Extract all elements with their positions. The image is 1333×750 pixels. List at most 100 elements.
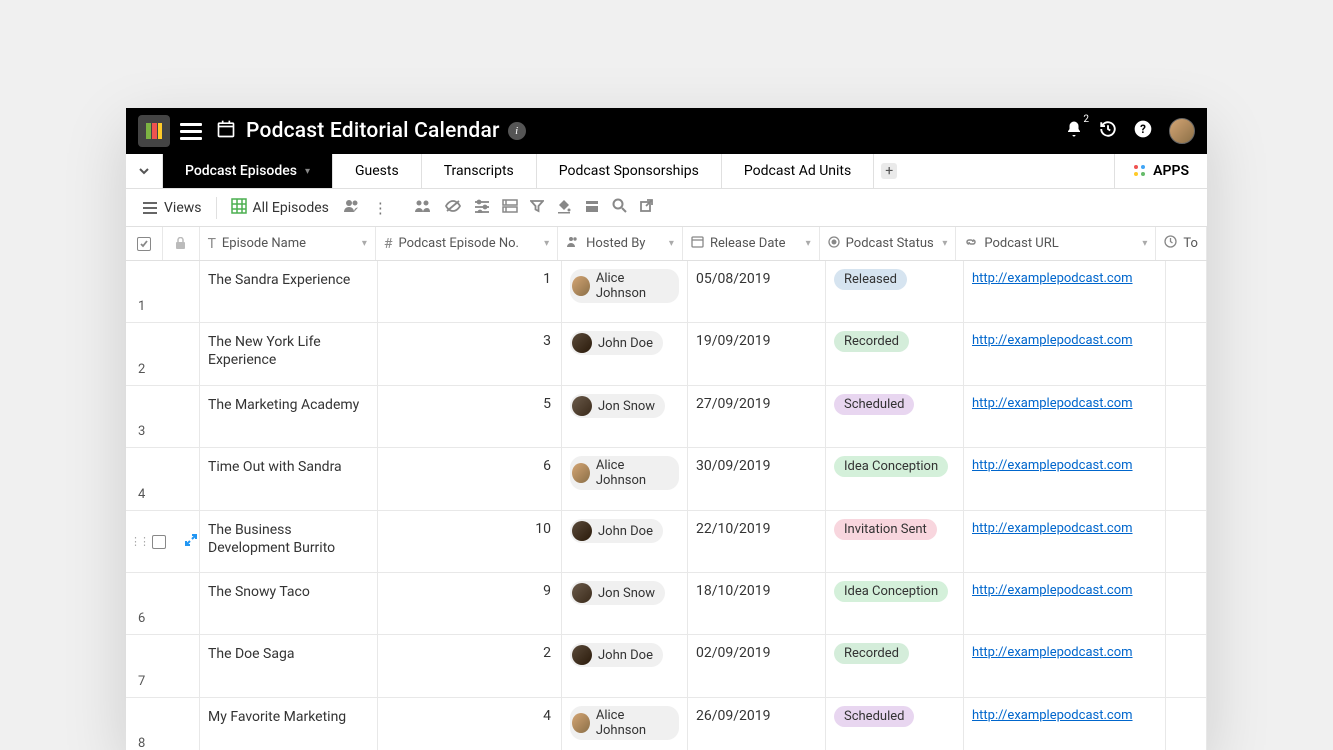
release-date-cell[interactable]: 30/09/2019 bbox=[688, 448, 826, 510]
podcast-url-link[interactable]: http://examplepodcast.com bbox=[972, 583, 1133, 598]
apps-button[interactable]: APPS bbox=[1114, 154, 1207, 188]
drag-handle-icon[interactable]: ⋮⋮ bbox=[130, 535, 148, 548]
podcast-url-link[interactable]: http://examplepodcast.com bbox=[972, 271, 1133, 286]
hosted-by-cell[interactable]: Alice Johnson bbox=[562, 448, 688, 510]
podcast-url-link[interactable]: http://examplepodcast.com bbox=[972, 521, 1133, 536]
podcast-url-link[interactable]: http://examplepodcast.com bbox=[972, 333, 1133, 348]
color-icon[interactable] bbox=[552, 194, 576, 222]
search-icon[interactable] bbox=[608, 194, 631, 221]
episode-name-cell[interactable]: The Business Development Burrito bbox=[200, 511, 378, 572]
table-row[interactable]: ⋮⋮ The Business Development Burrito10 John… bbox=[126, 511, 1207, 573]
more-icon[interactable]: ⋮ bbox=[369, 195, 392, 221]
release-date-cell[interactable]: 18/10/2019 bbox=[688, 573, 826, 634]
release-date-cell[interactable]: 02/09/2019 bbox=[688, 635, 826, 697]
status-cell[interactable]: Released bbox=[826, 261, 964, 322]
release-date-cell[interactable]: 19/09/2019 bbox=[688, 323, 826, 385]
info-icon[interactable]: i bbox=[508, 122, 526, 140]
host-chip[interactable]: Jon Snow bbox=[570, 394, 665, 418]
column-episode-no[interactable]: #Podcast Episode No.▾ bbox=[376, 227, 558, 260]
last-cell[interactable] bbox=[1166, 635, 1207, 697]
add-tab-button[interactable]: + bbox=[874, 154, 904, 188]
url-cell[interactable]: http://examplepodcast.com bbox=[964, 323, 1166, 385]
host-chip[interactable]: Alice Johnson bbox=[570, 269, 679, 303]
episode-name-cell[interactable]: My Favorite Marketing bbox=[200, 698, 378, 750]
host-chip[interactable]: Alice Johnson bbox=[570, 456, 679, 490]
export-icon[interactable] bbox=[635, 194, 658, 221]
host-chip[interactable]: Alice Johnson bbox=[570, 706, 679, 740]
hosted-by-cell[interactable]: Alice Johnson bbox=[562, 698, 688, 750]
notification-bell-icon[interactable]: 2 bbox=[1065, 120, 1083, 142]
podcast-url-link[interactable]: http://examplepodcast.com bbox=[972, 645, 1133, 660]
episode-name-cell[interactable]: The New York Life Experience bbox=[200, 323, 378, 385]
episode-name-cell[interactable]: The Sandra Experience bbox=[200, 261, 378, 322]
tab-podcast-ad-units[interactable]: Podcast Ad Units bbox=[722, 154, 874, 188]
last-cell[interactable] bbox=[1166, 448, 1207, 510]
podcast-url-link[interactable]: http://examplepodcast.com bbox=[972, 458, 1133, 473]
episode-name-cell[interactable]: Time Out with Sandra bbox=[200, 448, 378, 510]
episode-name-cell[interactable]: The Snowy Taco bbox=[200, 573, 378, 634]
url-cell[interactable]: http://examplepodcast.com bbox=[964, 635, 1166, 697]
episode-name-cell[interactable]: The Marketing Academy bbox=[200, 386, 378, 447]
tab-podcast-episodes[interactable]: Podcast Episodes▾ bbox=[163, 154, 333, 188]
column-podcast-url[interactable]: Podcast URL▾ bbox=[956, 227, 1156, 260]
url-cell[interactable]: http://examplepodcast.com bbox=[964, 386, 1166, 447]
column-hosted-by[interactable]: Hosted By▾ bbox=[558, 227, 683, 260]
tab-guests[interactable]: Guests bbox=[333, 154, 422, 188]
url-cell[interactable]: http://examplepodcast.com bbox=[964, 573, 1166, 634]
last-cell[interactable] bbox=[1166, 386, 1207, 447]
table-row[interactable]: 3The Marketing Academy5Jon Snow27/09/201… bbox=[126, 386, 1207, 448]
views-button[interactable]: Views bbox=[136, 196, 208, 220]
table-row[interactable]: 2The New York Life Experience3John Doe19… bbox=[126, 323, 1207, 386]
table-row[interactable]: 7The Doe Saga2John Doe02/09/2019Recorded… bbox=[126, 635, 1207, 698]
release-date-cell[interactable]: 05/08/2019 bbox=[688, 261, 826, 322]
url-cell[interactable]: http://examplepodcast.com bbox=[964, 698, 1166, 750]
last-cell[interactable] bbox=[1166, 511, 1207, 572]
current-view-button[interactable]: All Episodes bbox=[225, 194, 335, 222]
episode-no-cell[interactable]: 3 bbox=[378, 323, 562, 385]
host-chip[interactable]: John Doe bbox=[570, 519, 663, 543]
user-avatar[interactable] bbox=[1169, 118, 1195, 144]
hosted-by-cell[interactable]: John Doe bbox=[562, 323, 688, 385]
status-cell[interactable]: Idea Conception bbox=[826, 573, 964, 634]
collapse-tabs-button[interactable] bbox=[126, 154, 163, 188]
row-height-icon[interactable] bbox=[580, 195, 604, 221]
table-row[interactable]: 8My Favorite Marketing4Alice Johnson26/0… bbox=[126, 698, 1207, 750]
row-checkbox[interactable] bbox=[152, 535, 166, 549]
filter-settings-icon[interactable] bbox=[470, 195, 494, 221]
hosted-by-cell[interactable]: Alice Johnson bbox=[562, 261, 688, 322]
status-cell[interactable]: Idea Conception bbox=[826, 448, 964, 510]
hosted-by-cell[interactable]: Jon Snow bbox=[562, 573, 688, 634]
release-date-cell[interactable]: 27/09/2019 bbox=[688, 386, 826, 447]
episode-name-cell[interactable]: The Doe Saga bbox=[200, 635, 378, 697]
hosted-by-cell[interactable]: John Doe bbox=[562, 511, 688, 572]
people-icon[interactable] bbox=[339, 195, 365, 221]
last-cell[interactable] bbox=[1166, 261, 1207, 322]
table-row[interactable]: 1The Sandra Experience1Alice Johnson05/0… bbox=[126, 261, 1207, 323]
tab-transcripts[interactable]: Transcripts bbox=[422, 154, 537, 188]
host-chip[interactable]: Jon Snow bbox=[570, 581, 665, 605]
history-icon[interactable] bbox=[1099, 120, 1117, 142]
episode-no-cell[interactable]: 9 bbox=[378, 573, 562, 634]
podcast-url-link[interactable]: http://examplepodcast.com bbox=[972, 708, 1133, 723]
expand-icon[interactable] bbox=[184, 533, 198, 551]
episode-no-cell[interactable]: 5 bbox=[378, 386, 562, 447]
episode-no-cell[interactable]: 2 bbox=[378, 635, 562, 697]
table-row[interactable]: 4Time Out with Sandra6Alice Johnson30/09… bbox=[126, 448, 1207, 511]
status-cell[interactable]: Recorded bbox=[826, 323, 964, 385]
hide-icon[interactable] bbox=[440, 195, 466, 221]
url-cell[interactable]: http://examplepodcast.com bbox=[964, 261, 1166, 322]
status-cell[interactable]: Invitation Sent bbox=[826, 511, 964, 572]
column-release-date[interactable]: Release Date▾ bbox=[683, 227, 820, 260]
tab-podcast-sponsorships[interactable]: Podcast Sponsorships bbox=[537, 154, 722, 188]
url-cell[interactable]: http://examplepodcast.com bbox=[964, 448, 1166, 510]
hosted-by-cell[interactable]: Jon Snow bbox=[562, 386, 688, 447]
episode-no-cell[interactable]: 1 bbox=[378, 261, 562, 322]
table-row[interactable]: 6The Snowy Taco9Jon Snow18/10/2019Idea C… bbox=[126, 573, 1207, 635]
episode-no-cell[interactable]: 10 bbox=[378, 511, 562, 572]
app-logo[interactable] bbox=[138, 115, 170, 147]
status-cell[interactable]: Recorded bbox=[826, 635, 964, 697]
hosted-by-cell[interactable]: John Doe bbox=[562, 635, 688, 697]
episode-no-cell[interactable]: 6 bbox=[378, 448, 562, 510]
last-cell[interactable] bbox=[1166, 573, 1207, 634]
url-cell[interactable]: http://examplepodcast.com bbox=[964, 511, 1166, 572]
